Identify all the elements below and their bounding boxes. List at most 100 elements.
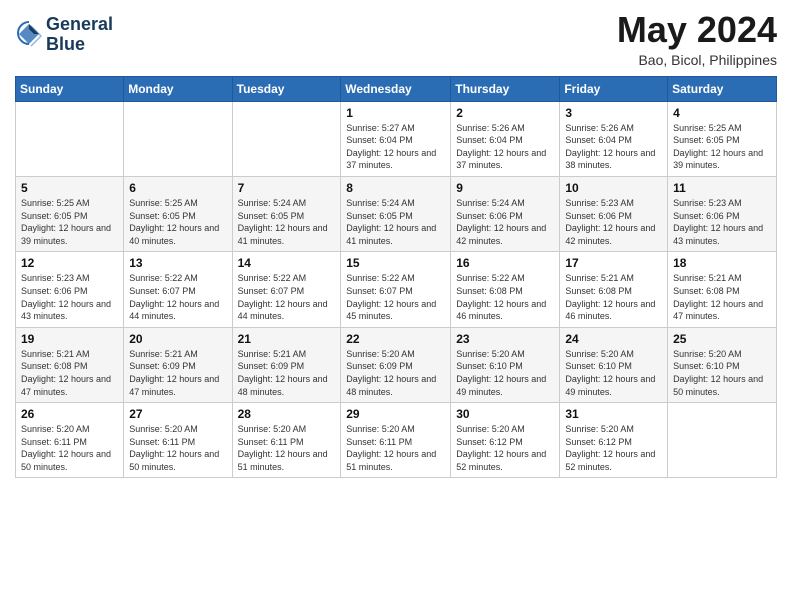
day-cell: 22 Sunrise: 5:20 AMSunset: 6:09 PMDayligh… <box>341 327 451 402</box>
day-number: 26 <box>21 407 118 421</box>
logo-name1: General <box>46 15 113 35</box>
day-info: Sunrise: 5:23 AMSunset: 6:06 PMDaylight:… <box>565 197 662 247</box>
week-row-5: 26 Sunrise: 5:20 AMSunset: 6:11 PMDayligh… <box>16 403 777 478</box>
day-cell: 17Sunrise: 5:21 AMSunset: 6:08 PMDayligh… <box>560 252 668 327</box>
title-section: May 2024 Bao, Bicol, Philippines <box>617 10 777 68</box>
day-number: 2 <box>456 106 554 120</box>
day-number: 14 <box>238 256 336 270</box>
day-info: Sunrise: 5:20 AMSunset: 6:09 PMDaylight:… <box>346 348 445 398</box>
day-info: Sunrise: 5:20 AMSunset: 6:11 PMDaylight:… <box>129 423 226 473</box>
day-number: 20 <box>129 332 226 346</box>
header: General Blue May 2024 Bao, Bicol, Philip… <box>15 10 777 68</box>
day-info: Sunrise: 5:21 AMSunset: 6:08 PMDaylight:… <box>673 272 771 322</box>
day-number: 9 <box>456 181 554 195</box>
day-info: Sunrise: 5:25 AMSunset: 6:05 PMDaylight:… <box>673 122 771 172</box>
day-cell: 12 Sunrise: 5:23 AMSunset: 6:06 PMDayligh… <box>16 252 124 327</box>
day-cell: 30 Sunrise: 5:20 AMSunset: 6:12 PMDayligh… <box>451 403 560 478</box>
day-cell: 23Sunrise: 5:20 AMSunset: 6:10 PMDayligh… <box>451 327 560 402</box>
day-cell: 8 Sunrise: 5:24 AMSunset: 6:05 PMDaylight… <box>341 176 451 251</box>
day-number: 28 <box>238 407 336 421</box>
day-info: Sunrise: 5:20 AMSunset: 6:10 PMDaylight:… <box>456 348 554 398</box>
day-number: 11 <box>673 181 771 195</box>
day-cell: 7 Sunrise: 5:24 AMSunset: 6:05 PMDaylight… <box>232 176 341 251</box>
day-number: 27 <box>129 407 226 421</box>
day-cell: 10 Sunrise: 5:23 AMSunset: 6:06 PMDayligh… <box>560 176 668 251</box>
day-cell: 20 Sunrise: 5:21 AMSunset: 6:09 PMDayligh… <box>124 327 232 402</box>
day-info: Sunrise: 5:21 AMSunset: 6:08 PMDaylight:… <box>21 348 118 398</box>
day-number: 30 <box>456 407 554 421</box>
day-info: Sunrise: 5:22 AMSunset: 6:07 PMDaylight:… <box>238 272 336 322</box>
day-cell: 14 Sunrise: 5:22 AMSunset: 6:07 PMDayligh… <box>232 252 341 327</box>
day-number: 1 <box>346 106 445 120</box>
weekday-thursday: Thursday <box>451 76 560 101</box>
day-cell: 9Sunrise: 5:24 AMSunset: 6:06 PMDaylight… <box>451 176 560 251</box>
day-cell: 4 Sunrise: 5:25 AMSunset: 6:05 PMDaylight… <box>668 101 777 176</box>
calendar: SundayMondayTuesdayWednesdayThursdayFrid… <box>15 76 777 479</box>
day-cell: 25 Sunrise: 5:20 AMSunset: 6:10 PMDayligh… <box>668 327 777 402</box>
day-cell: 29Sunrise: 5:20 AMSunset: 6:11 PMDayligh… <box>341 403 451 478</box>
weekday-monday: Monday <box>124 76 232 101</box>
logo-icon <box>15 20 43 48</box>
day-number: 29 <box>346 407 445 421</box>
day-cell: 11 Sunrise: 5:23 AMSunset: 6:06 PMDayligh… <box>668 176 777 251</box>
day-info: Sunrise: 5:27 AMSunset: 6:04 PMDaylight:… <box>346 122 445 172</box>
day-number: 10 <box>565 181 662 195</box>
logo: General Blue <box>15 15 113 55</box>
weekday-wednesday: Wednesday <box>341 76 451 101</box>
weekday-tuesday: Tuesday <box>232 76 341 101</box>
weekday-friday: Friday <box>560 76 668 101</box>
week-row-2: 5 Sunrise: 5:25 AMSunset: 6:05 PMDaylight… <box>16 176 777 251</box>
day-cell: 21 Sunrise: 5:21 AMSunset: 6:09 PMDayligh… <box>232 327 341 402</box>
day-cell: 6Sunrise: 5:25 AMSunset: 6:05 PMDaylight… <box>124 176 232 251</box>
day-number: 24 <box>565 332 662 346</box>
day-number: 8 <box>346 181 445 195</box>
day-info: Sunrise: 5:23 AMSunset: 6:06 PMDaylight:… <box>21 272 118 322</box>
day-info: Sunrise: 5:23 AMSunset: 6:06 PMDaylight:… <box>673 197 771 247</box>
day-info: Sunrise: 5:20 AMSunset: 6:10 PMDaylight:… <box>673 348 771 398</box>
week-row-4: 19 Sunrise: 5:21 AMSunset: 6:08 PMDayligh… <box>16 327 777 402</box>
day-cell: 19 Sunrise: 5:21 AMSunset: 6:08 PMDayligh… <box>16 327 124 402</box>
day-number: 12 <box>21 256 118 270</box>
logo-name2: Blue <box>46 35 113 55</box>
location: Bao, Bicol, Philippines <box>617 52 777 68</box>
day-cell: 3 Sunrise: 5:26 AMSunset: 6:04 PMDaylight… <box>560 101 668 176</box>
day-info: Sunrise: 5:26 AMSunset: 6:04 PMDaylight:… <box>565 122 662 172</box>
day-cell: 27 Sunrise: 5:20 AMSunset: 6:11 PMDayligh… <box>124 403 232 478</box>
day-number: 16 <box>456 256 554 270</box>
day-number: 7 <box>238 181 336 195</box>
day-info: Sunrise: 5:24 AMSunset: 6:05 PMDaylight:… <box>238 197 336 247</box>
day-info: Sunrise: 5:26 AMSunset: 6:04 PMDaylight:… <box>456 122 554 172</box>
day-number: 19 <box>21 332 118 346</box>
day-info: Sunrise: 5:22 AMSunset: 6:07 PMDaylight:… <box>346 272 445 322</box>
day-info: Sunrise: 5:21 AMSunset: 6:09 PMDaylight:… <box>129 348 226 398</box>
day-number: 31 <box>565 407 662 421</box>
day-cell: 16 Sunrise: 5:22 AMSunset: 6:08 PMDayligh… <box>451 252 560 327</box>
day-cell: 5 Sunrise: 5:25 AMSunset: 6:05 PMDaylight… <box>16 176 124 251</box>
day-cell: 18Sunrise: 5:21 AMSunset: 6:08 PMDayligh… <box>668 252 777 327</box>
day-cell <box>668 403 777 478</box>
day-info: Sunrise: 5:24 AMSunset: 6:05 PMDaylight:… <box>346 197 445 247</box>
day-info: Sunrise: 5:20 AMSunset: 6:12 PMDaylight:… <box>456 423 554 473</box>
day-cell: 13Sunrise: 5:22 AMSunset: 6:07 PMDayligh… <box>124 252 232 327</box>
day-number: 3 <box>565 106 662 120</box>
day-number: 4 <box>673 106 771 120</box>
day-info: Sunrise: 5:20 AMSunset: 6:11 PMDaylight:… <box>238 423 336 473</box>
day-info: Sunrise: 5:20 AMSunset: 6:11 PMDaylight:… <box>21 423 118 473</box>
day-cell <box>232 101 341 176</box>
day-number: 15 <box>346 256 445 270</box>
day-number: 21 <box>238 332 336 346</box>
day-info: Sunrise: 5:21 AMSunset: 6:08 PMDaylight:… <box>565 272 662 322</box>
day-number: 5 <box>21 181 118 195</box>
day-info: Sunrise: 5:21 AMSunset: 6:09 PMDaylight:… <box>238 348 336 398</box>
day-number: 22 <box>346 332 445 346</box>
day-cell: 15 Sunrise: 5:22 AMSunset: 6:07 PMDayligh… <box>341 252 451 327</box>
day-cell <box>124 101 232 176</box>
logo-text: General Blue <box>46 15 113 55</box>
weekday-header-row: SundayMondayTuesdayWednesdayThursdayFrid… <box>16 76 777 101</box>
day-info: Sunrise: 5:22 AMSunset: 6:08 PMDaylight:… <box>456 272 554 322</box>
week-row-3: 12 Sunrise: 5:23 AMSunset: 6:06 PMDayligh… <box>16 252 777 327</box>
day-number: 25 <box>673 332 771 346</box>
day-cell: 28 Sunrise: 5:20 AMSunset: 6:11 PMDayligh… <box>232 403 341 478</box>
day-info: Sunrise: 5:25 AMSunset: 6:05 PMDaylight:… <box>21 197 118 247</box>
weekday-sunday: Sunday <box>16 76 124 101</box>
